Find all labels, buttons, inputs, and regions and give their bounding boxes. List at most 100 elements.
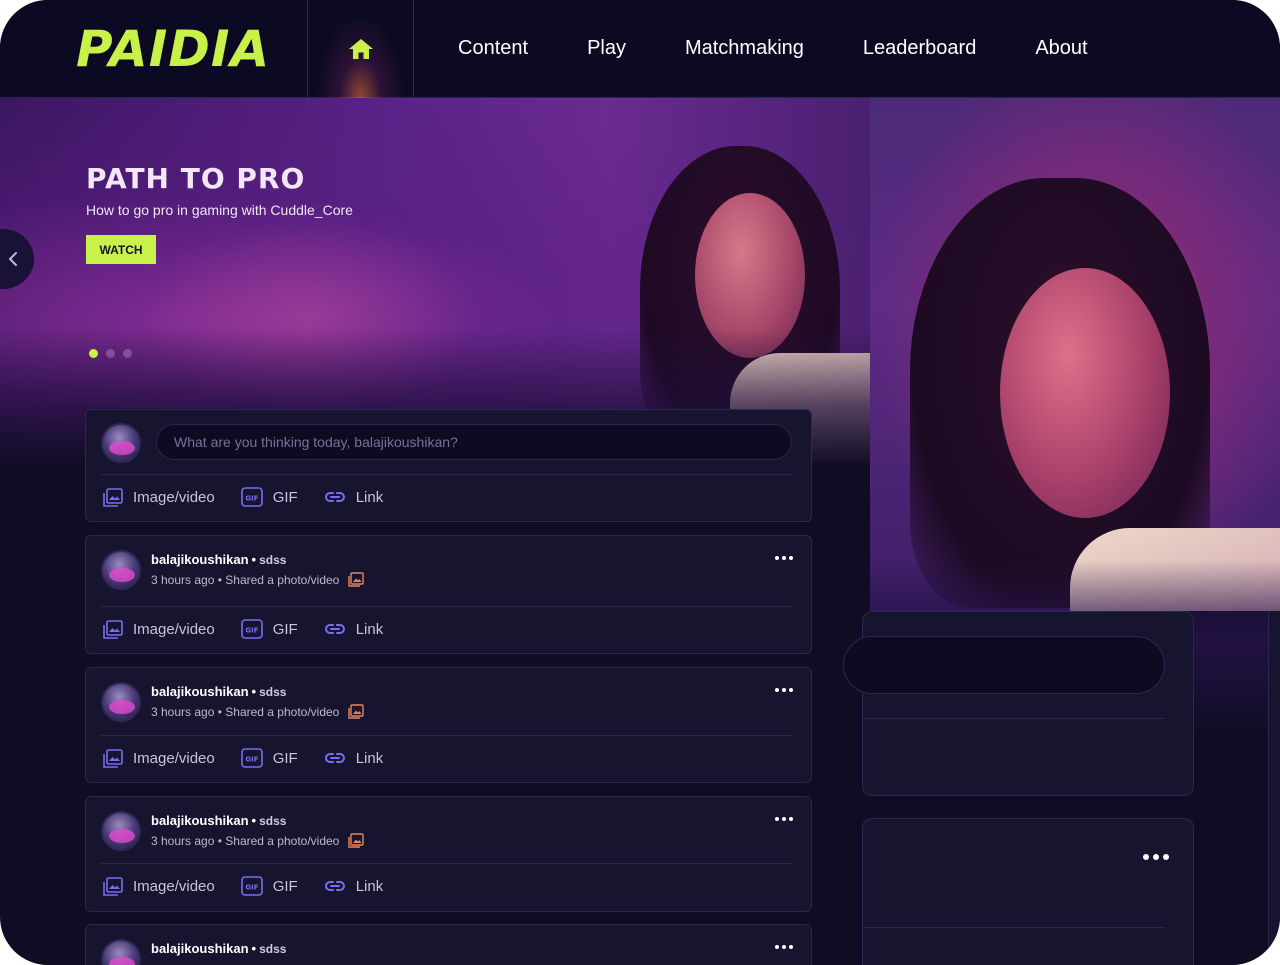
post-author: balajikoushikan • sdss: [151, 941, 287, 956]
image-video-button[interactable]: Image/video: [103, 876, 215, 896]
gif-icon: GIF: [240, 876, 263, 896]
home-icon: [348, 39, 373, 59]
link-icon: [324, 492, 345, 502]
hero-title: PATH TO PRO: [86, 162, 306, 195]
feed-post: balajikoushikan • sdss 3 hours ago • Share…: [85, 667, 812, 783]
svg-text:GIF: GIF: [245, 495, 258, 503]
more-options-icon: [1143, 854, 1169, 860]
action-label: Image/video: [133, 620, 215, 638]
nav-link-about[interactable]: About: [1035, 35, 1087, 61]
post-group[interactable]: sdss: [259, 942, 286, 956]
svg-text:GIF: GIF: [245, 627, 258, 635]
feed-post: balajikoushikan • sdss 3 hours ago • Share…: [85, 796, 812, 912]
photo-icon: [348, 704, 365, 719]
action-label: Image/video: [133, 749, 215, 767]
carousel-dot-1[interactable]: [89, 349, 98, 358]
post-group[interactable]: sdss: [259, 685, 286, 699]
hero-subtitle: How to go pro in gaming with Cuddle_Core: [86, 202, 353, 218]
gif-button[interactable]: GIF GIF: [240, 487, 298, 507]
app-window: PAIDIA Content Play Matchmaking Leaderbo…: [0, 0, 1280, 965]
author-name[interactable]: balajikoushikan: [151, 813, 249, 828]
nav-links: Content Play Matchmaking Leaderboard Abo…: [458, 35, 1147, 61]
avatar[interactable]: [101, 939, 141, 965]
composer-actions: Image/video GIF GIF Link: [103, 487, 409, 507]
gif-icon: GIF: [240, 619, 263, 639]
feed-post: balajikoushikan • sdss: [85, 924, 812, 965]
post-actions: Image/video GIF GIF Link: [103, 619, 409, 639]
post-author: balajikoushikan • sdss: [151, 552, 287, 567]
brand-logo[interactable]: PAIDIA: [76, 20, 270, 78]
action-label: GIF: [272, 488, 298, 506]
post-group[interactable]: sdss: [259, 553, 286, 567]
post-activity: Shared a photo/video: [225, 833, 340, 848]
more-options-icon[interactable]: [775, 945, 793, 949]
post-time: 3 hours ago: [151, 833, 215, 848]
action-label: GIF: [272, 749, 298, 767]
photo-icon: [348, 572, 365, 587]
nav-link-play[interactable]: Play: [587, 35, 626, 61]
image-icon: [103, 876, 123, 896]
avatar[interactable]: [101, 811, 141, 851]
svg-text:GIF: GIF: [245, 756, 258, 764]
post-activity: Shared a photo/video: [225, 704, 340, 719]
photo-icon: [348, 833, 365, 848]
post-composer: What are you thinking today, balajikoush…: [85, 409, 812, 522]
image-video-button[interactable]: Image/video: [103, 748, 215, 768]
author-name[interactable]: balajikoushikan: [151, 552, 249, 567]
post-time: 3 hours ago: [151, 572, 215, 587]
avatar[interactable]: [101, 423, 141, 463]
action-label: Link: [355, 877, 384, 895]
background-composer-card: [843, 611, 1194, 796]
gif-icon: GIF: [240, 748, 263, 768]
image-video-button[interactable]: Image/video: [103, 619, 215, 639]
carousel-dot-2[interactable]: [106, 349, 115, 358]
post-actions: Image/video GIF GIF Link: [103, 876, 409, 896]
carousel-dot-3[interactable]: [123, 349, 132, 358]
gif-button[interactable]: GIF GIF: [240, 876, 298, 896]
link-icon: [324, 881, 345, 891]
image-icon: [103, 748, 123, 768]
post-activity: Shared a photo/video: [225, 572, 340, 587]
image-icon: [103, 487, 123, 507]
nav-home-button[interactable]: [307, 0, 414, 98]
post-meta: 3 hours ago • Shared a photo/video: [151, 704, 365, 719]
watch-button[interactable]: WATCH: [86, 235, 156, 264]
link-icon: [324, 624, 345, 634]
post-author: balajikoushikan • sdss: [151, 813, 287, 828]
background-edge-card: [1268, 611, 1280, 965]
action-label: GIF: [272, 877, 298, 895]
feed-post: balajikoushikan • sdss 3 hours ago • Share…: [85, 535, 812, 654]
nav-link-leaderboard[interactable]: Leaderboard: [863, 35, 976, 61]
post-meta: 3 hours ago • Shared a photo/video: [151, 833, 365, 848]
action-label: GIF: [272, 620, 298, 638]
post-author: balajikoushikan • sdss: [151, 684, 287, 699]
post-meta: 3 hours ago • Shared a photo/video: [151, 572, 365, 587]
link-button[interactable]: Link: [324, 749, 384, 767]
action-label: Image/video: [133, 488, 215, 506]
action-label: Image/video: [133, 877, 215, 895]
avatar[interactable]: [101, 550, 141, 590]
nav-link-content[interactable]: Content: [458, 35, 528, 61]
more-options-icon[interactable]: [775, 817, 793, 821]
top-navigation: PAIDIA Content Play Matchmaking Leaderbo…: [0, 0, 1280, 98]
link-button[interactable]: Link: [324, 621, 383, 638]
gif-button[interactable]: GIF GIF: [240, 619, 298, 639]
more-options-icon[interactable]: [775, 556, 793, 560]
post-time: 3 hours ago: [151, 704, 215, 719]
gif-icon: GIF: [240, 487, 263, 507]
more-options-icon[interactable]: [775, 688, 793, 692]
author-name[interactable]: balajikoushikan: [151, 941, 249, 956]
gif-button[interactable]: GIF GIF: [240, 748, 298, 768]
action-label: Link: [355, 749, 384, 767]
background-post-card: [862, 818, 1194, 965]
avatar[interactable]: [101, 682, 141, 722]
post-group[interactable]: sdss: [259, 814, 286, 828]
carousel-indicators: [89, 349, 132, 358]
link-button[interactable]: Link: [324, 877, 384, 895]
composer-input[interactable]: What are you thinking today, balajikoush…: [156, 424, 792, 460]
image-video-button[interactable]: Image/video: [103, 487, 215, 507]
nav-link-matchmaking[interactable]: Matchmaking: [685, 35, 804, 61]
background-hero-photo: [870, 98, 1280, 611]
link-button[interactable]: Link: [324, 489, 383, 506]
author-name[interactable]: balajikoushikan: [151, 684, 249, 699]
